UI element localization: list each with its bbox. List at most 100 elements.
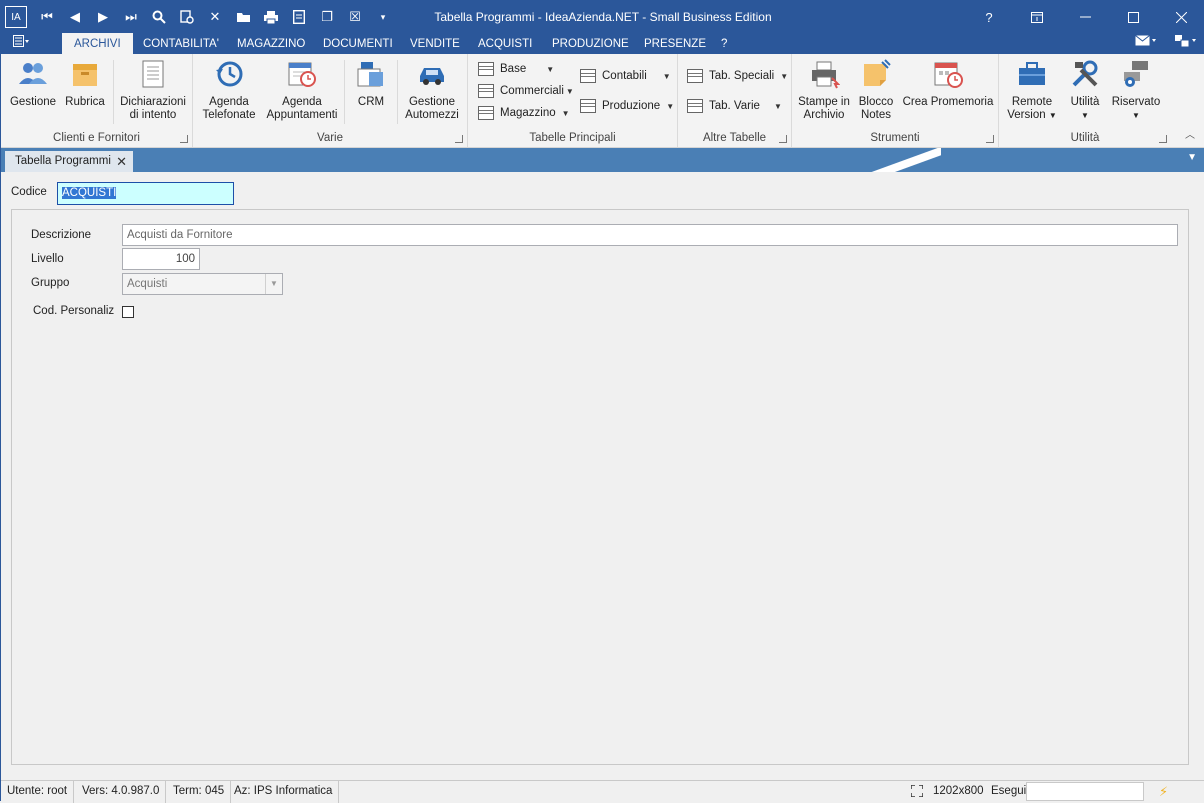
descrizione-label: Descrizione <box>31 229 92 241</box>
dialog-launcher-icon[interactable] <box>986 135 994 143</box>
dialog-launcher-icon[interactable] <box>180 135 188 143</box>
table-icon <box>478 106 494 120</box>
separator <box>397 60 398 124</box>
chevron-down-icon: ▼ <box>265 274 282 294</box>
close-button[interactable] <box>1157 1 1204 33</box>
crm-button[interactable]: CRM <box>351 58 391 109</box>
tabbar-right-tools <box>1135 35 1197 50</box>
riservato-button[interactable]: Riservato ▼ <box>1109 58 1163 122</box>
table-icon <box>580 69 596 83</box>
descrizione-field[interactable]: Acquisti da Fornitore <box>122 224 1178 246</box>
table-icon <box>687 99 703 113</box>
group-label: Clienti e Fornitori <box>53 132 140 144</box>
tab-acquisti[interactable]: ACQUISTI <box>466 33 544 54</box>
printer-icon <box>812 61 840 89</box>
tab-presenze[interactable]: PRESENZE <box>632 33 718 54</box>
window-controls: ? <box>965 1 1204 33</box>
base-dropdown[interactable]: Base ▼ <box>478 60 554 78</box>
address-book-icon <box>73 64 97 86</box>
tab-archivi[interactable]: ARCHIVI <box>62 33 133 54</box>
group-utilita: Remote Version ▼ Utilità ▼ Riservato ▼ U… <box>999 54 1171 147</box>
details-panel: Descrizione Acquisti da Fornitore Livell… <box>11 209 1189 765</box>
group-label: Strumenti <box>870 132 920 144</box>
group-label: Altre Tabelle <box>702 132 767 144</box>
separator <box>344 60 345 124</box>
menu-icon[interactable] <box>13 35 29 50</box>
commerciali-dropdown[interactable]: Commerciali ▼ <box>478 82 574 100</box>
group-label: Utilità <box>1070 132 1100 144</box>
rubrica-button[interactable]: Rubrica <box>63 58 107 109</box>
tab-produzione[interactable]: PRODUZIONE <box>540 33 641 54</box>
stampe-archivio-button[interactable]: Stampe in Archivio <box>796 58 852 122</box>
remote-version-button[interactable]: Remote Version ▼ <box>1005 58 1059 122</box>
maximize-button[interactable] <box>1109 1 1157 33</box>
livello-label: Livello <box>31 253 64 265</box>
tab-vendite[interactable]: VENDITE <box>398 33 472 54</box>
gruppo-select[interactable]: Acquisti ▼ <box>122 273 283 295</box>
lightning-icon[interactable]: ⚡ <box>1159 781 1168 803</box>
chevron-down-icon: ▼ <box>780 71 789 81</box>
document-icon <box>142 60 164 88</box>
history-clock-icon <box>216 61 243 87</box>
tab-help[interactable]: ? <box>709 33 739 54</box>
briefcase-icon <box>1019 62 1045 85</box>
minimize-button[interactable] <box>1061 1 1109 33</box>
agenda-appuntamenti-button[interactable]: Agenda Appuntamenti <box>265 58 339 122</box>
tab-varie-dropdown[interactable]: Tab. Varie ▼ <box>687 97 782 115</box>
dialog-launcher-icon[interactable] <box>455 135 463 143</box>
chevron-down-icon: ▼ <box>773 101 782 111</box>
status-company: Az: IPS Informatica <box>228 781 340 803</box>
contabili-dropdown[interactable]: Contabili ▼ <box>580 67 671 85</box>
agenda-telefonate-button[interactable]: Agenda Telefonate <box>201 58 257 122</box>
ribbon: Gestione Rubrica Dichiarazioni di intent… <box>1 54 1204 148</box>
group-varie: Agenda Telefonate Agenda Appuntamenti CR… <box>193 54 468 147</box>
status-bar: Utente: root Vers: 4.0.987.0 Term: 045 A… <box>1 780 1204 803</box>
crm-icon <box>357 62 383 87</box>
collapse-ribbon-icon[interactable]: ︿ <box>1185 126 1195 141</box>
chevron-down-icon: ▼ <box>1132 111 1140 120</box>
tools-icon <box>1072 60 1098 87</box>
ribbon-tab-bar: ARCHIVI CONTABILITA' MAGAZZINO DOCUMENTI… <box>1 33 1204 54</box>
status-term: Term: 045 <box>167 781 232 803</box>
gestione-automezzi-button[interactable]: Gestione Automezzi <box>401 58 463 122</box>
chevron-down-icon: ▼ <box>662 71 671 81</box>
crea-promemoria-button[interactable]: Crea Promemoria <box>902 58 994 109</box>
livello-field[interactable]: 100 <box>122 248 200 270</box>
calendar-clock-icon <box>288 62 316 87</box>
tab-documenti[interactable]: DOCUMENTI <box>311 33 405 54</box>
ribbon-display-icon[interactable] <box>1013 1 1061 33</box>
table-icon <box>687 69 703 83</box>
dialog-launcher-icon[interactable] <box>1159 135 1167 143</box>
cod-personaliz-checkbox[interactable] <box>122 306 134 318</box>
tab-magazzino[interactable]: MAGAZZINO <box>225 33 317 54</box>
fullscreen-icon[interactable] <box>910 784 924 798</box>
blocco-notes-button[interactable]: Blocco Notes <box>856 58 896 122</box>
dichiarazioni-button[interactable]: Dichiarazioni di intento <box>119 58 187 122</box>
produzione-dropdown[interactable]: Produzione ▼ <box>580 97 674 115</box>
document-tab[interactable]: Tabella Programmi ✕ <box>5 151 133 172</box>
magazzino-dropdown[interactable]: Magazzino ▼ <box>478 104 570 122</box>
chevron-down-icon: ▼ <box>561 108 570 118</box>
chevron-down-icon: ▼ <box>1081 111 1089 120</box>
group-clienti-fornitori: Gestione Rubrica Dichiarazioni di intent… <box>1 54 193 147</box>
table-icon <box>478 62 494 76</box>
status-resolution: 1202x800 <box>933 785 984 797</box>
utilita-button[interactable]: Utilità ▼ <box>1065 58 1105 122</box>
mail-icon[interactable] <box>1135 35 1157 50</box>
tab-speciali-dropdown[interactable]: Tab. Speciali ▼ <box>687 67 788 85</box>
tab-contabilita[interactable]: CONTABILITA' <box>131 33 231 54</box>
esegui-input[interactable] <box>1026 782 1144 801</box>
close-tab-icon[interactable]: ✕ <box>116 151 127 172</box>
window-layout-icon[interactable] <box>1175 35 1197 50</box>
document-tab-strip: Tabella Programmi ✕ ▼ <box>1 148 1204 172</box>
chevron-down-icon: ▼ <box>546 64 555 74</box>
users-icon <box>19 63 47 84</box>
help-button[interactable]: ? <box>965 1 1013 33</box>
gruppo-label: Gruppo <box>31 277 70 289</box>
codice-field[interactable]: ACQUISTI <box>57 182 234 205</box>
tab-list-dropdown-icon[interactable]: ▼ <box>1187 152 1197 163</box>
gestione-button[interactable]: Gestione <box>7 58 59 109</box>
status-user: Utente: root <box>1 781 75 803</box>
dialog-launcher-icon[interactable] <box>779 135 787 143</box>
cod-personaliz-label: Cod. Personaliz <box>33 305 115 317</box>
